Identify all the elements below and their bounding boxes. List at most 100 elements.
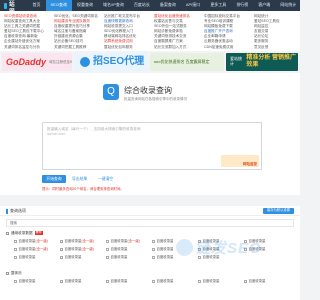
checkbox-icon[interactable] [152,279,155,283]
checkbox-icon[interactable] [152,247,155,251]
option-checkbox[interactable]: 百度收录量 (全一级) [60,239,94,243]
ticker-link[interactable]: 关键词挖掘工具推荐 [54,45,104,50]
checkbox-icon[interactable] [152,255,155,259]
nav-item[interactable]: 客户端 [253,0,275,11]
checkbox-icon[interactable] [60,255,63,259]
option-checkbox[interactable]: 百度收录量 [106,247,127,251]
textarea-example: aizhan.com [47,132,66,136]
nav-item[interactable]: 首页 [28,0,46,11]
nav-menu: 首页 SEO查询 权重查询 域名/IP查询 百度站长 备案查询 API接口 更多工具 排行榜 客户… [28,0,302,11]
save-default-button[interactable]: 保存为默认设置 [262,208,294,214]
checkbox-icon[interactable] [106,255,109,259]
nav-item[interactable]: 域名/IP查询 [98,0,129,11]
option-checkbox[interactable]: 百度收录量 [106,279,127,283]
ticker-link[interactable]: 站长交流群加入方式 [154,45,204,50]
title-marker [6,209,8,214]
checkbox-icon[interactable] [60,247,63,251]
option-label: 百度收录量 [64,247,82,251]
section-header: 查询选项 保存为默认设置 [0,206,300,216]
option-checkbox[interactable]: 百度收录量 [152,255,173,259]
group-general-label: 通用收录数据 [11,231,33,235]
banner-seo-agent[interactable]: 招SEO代理 [74,53,148,71]
option-checkbox[interactable]: 百度收录量 (全一级) [60,247,94,251]
nav-item[interactable]: 网站统计 [275,0,301,11]
checkbox-icon[interactable] [152,239,155,243]
option-checkbox[interactable]: 百度收录量 [106,255,127,259]
option-checkbox[interactable]: 百度收录量 [244,279,265,283]
checkbox-icon[interactable] [106,239,109,243]
ticker-link[interactable]: CDN加速免费试用 [204,45,254,50]
group-page[interactable]: 整体页 [6,271,22,275]
option-highlight: (全一级) [35,247,48,251]
checkbox-icon[interactable] [14,247,17,251]
ticker-column: 整站优化百度快速排名 权重站出售与交易 SEO外包一站式服务 网站诊断免费体验 关键词快… [154,14,204,50]
checkbox-icon[interactable] [106,247,109,251]
option-label: 百度收录量 [18,247,36,251]
option-highlight: (全一级) [35,239,48,243]
checkbox-icon[interactable] [14,279,17,283]
banner-ranking[interactable]: seo优化快速排名 百度霸屏稳定 [150,53,224,71]
group-checkbox[interactable] [6,271,9,275]
banner-seo-icon [80,57,90,67]
option-label: 百度收录量 [110,247,128,251]
section-title-text: 查询选项 [10,208,26,214]
group-checkbox[interactable] [6,231,9,235]
nav-item[interactable]: 百度站长 [129,0,155,11]
option-label: 百度收录量 [110,279,128,283]
nav-item[interactable]: API接口 [181,0,205,11]
banner-ranking-text: seo优化快速排名 百度霸屏稳定 [154,58,210,64]
export-button[interactable]: 导出结果 [72,175,87,183]
option-checkbox[interactable]: 百度收录量 [60,255,81,259]
ticker-link[interactable]: 整站优化包年服务 [104,45,154,50]
ticker-column: 网站统计 爱站SEO工具包 网站监控 友链交易 站长论坛 更多服务 意见反馈 [254,14,304,50]
recommend-badge: 推荐 [34,230,43,235]
banner-godaddy[interactable]: GoDaddy 域名注册低至¥ [2,53,72,71]
checkbox-icon[interactable] [198,279,201,283]
nav-item[interactable]: 权重查询 [72,0,98,11]
option-checkbox[interactable]: 百度收录量 (全一级) [106,239,140,243]
option-label: 百度收录量 [18,239,36,243]
banner-seo-title: 招SEO代理 [93,56,145,67]
option-checkbox[interactable]: 百度收录量 [152,239,173,243]
checkbox-icon[interactable] [244,279,247,283]
option-label: 百度收录量 [202,279,220,283]
filter-input[interactable]: 搜索 [6,219,294,227]
option-checkbox[interactable]: 百度收录量 [14,279,35,283]
checkbox-icon[interactable] [14,255,17,259]
option-checkbox[interactable]: 百度收录量 [198,279,219,283]
ticker-column: SEO优化、SEO关键词排名 网站建设专业团队服务 百度权重提升技巧分享 域名注册与备… [54,14,104,50]
banner-stats[interactable]: 爱站统计 精准分析 营销推广效果 [226,53,298,71]
option-checkbox[interactable]: 百度收录量 (全一级) [14,239,48,243]
query-button[interactable]: 开始查询 [42,175,66,183]
nav-item[interactable]: 备案查询 [155,0,181,11]
banner-godaddy-sub: 域名注册低至¥ [49,59,72,64]
checkbox-icon[interactable] [60,279,63,283]
option-label: 百度收录量 [156,247,174,251]
nav-item[interactable]: SEO查询 [45,0,72,11]
nav-item[interactable]: 排行榜 [231,0,253,11]
checkbox-icon[interactable] [60,239,63,243]
ticker-link[interactable]: 关键词排名监控与分析 [4,45,54,50]
checkbox-icon[interactable] [14,239,17,243]
option-highlight: (全一级) [81,247,94,251]
nav-item[interactable]: 更多工具 [205,0,231,11]
option-checkbox[interactable]: 百度收录量 [60,279,81,283]
option-checkbox[interactable]: 百度收录量 (全一级) [14,247,48,251]
ticker-link[interactable]: 意见反馈 [254,45,304,50]
ad-banners: GoDaddy 域名注册低至¥ 招SEO代理 seo优化快速排名 百度霸屏稳定 … [0,51,300,73]
group-general[interactable]: 通用收录数据 推荐 [6,231,43,235]
link-ticker: SEO资源站收录查询 网站权重查询工具大全 站长工具之关键词挖掘 爱站SEO工具包下载… [0,11,300,51]
clear-button[interactable]: 一键清空 [98,175,113,183]
option-checkbox[interactable]: 百度收录量 [14,255,35,259]
checkbox-icon[interactable] [106,279,109,283]
option-checkbox[interactable]: 百度收录量 [152,247,173,251]
top-nav: 爱站网 首页SEO查询权重查询域名/IP查询百度站长备案查询API接口更多工具排… [0,0,302,15]
gift-badge-text: 网站监控 [243,161,257,166]
domain-textarea[interactable]: 批量输入域名（每行一个），支持各大搜索引擎的收录查询 aizhan.com 网站… [42,122,262,170]
option-label: 百度收录量 [18,279,36,283]
option-label: 百度收录量 [18,255,36,259]
hero: Q 综合收录查询 批量查询网站在各搜索引擎中的收录情况 [0,73,300,120]
option-checkbox[interactable]: 百度收录量 [152,279,173,283]
banner-stats-big: 精准分析 营销推广效果 [246,54,297,68]
section-title: 查询选项 [6,208,26,214]
